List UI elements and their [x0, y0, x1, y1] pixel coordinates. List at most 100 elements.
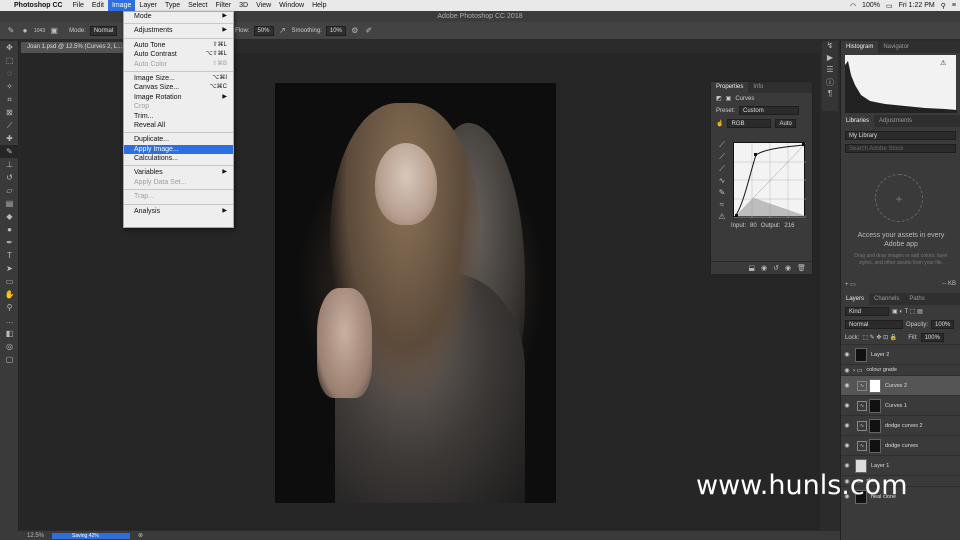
white-point-eyedropper-icon[interactable]: ⟋ — [715, 164, 729, 176]
tab-histogram[interactable]: Histogram — [841, 41, 879, 53]
pressure-icon[interactable]: ✐ — [364, 26, 374, 36]
layer-thumbnail[interactable] — [869, 438, 881, 453]
add-asset-icon[interactable]: + — [875, 174, 923, 222]
layer-thumbnail[interactable] — [869, 378, 881, 393]
menu-3d[interactable]: 3D — [235, 0, 252, 11]
flow-input[interactable]: 50% — [253, 25, 274, 36]
preset-select[interactable]: Custom — [739, 106, 800, 115]
battery-label[interactable]: 100% — [862, 2, 880, 9]
blur-tool-icon[interactable]: ◆ — [0, 210, 19, 223]
layer-row[interactable]: ◉ ∿ Curves 1 — [841, 395, 960, 415]
view-previous-icon[interactable]: ◉ — [761, 264, 767, 272]
info-icon[interactable]: ⓘ — [822, 77, 838, 89]
menu-select[interactable]: Select — [184, 0, 211, 11]
type-tool-icon[interactable]: T — [0, 249, 19, 262]
layer-row[interactable]: ◉ ∿ dodge curves — [841, 435, 960, 455]
stamp-tool-icon[interactable]: ⊥ — [0, 158, 19, 171]
channel-select[interactable]: RGB — [727, 119, 772, 128]
color-swatches-icon[interactable]: ◧ — [0, 327, 19, 340]
smooth-curve-icon[interactable]: ≈ — [715, 200, 729, 212]
wifi-icon[interactable]: ◠ — [850, 2, 856, 10]
spotlight-icon[interactable]: ⚲ — [941, 2, 946, 10]
tab-paths[interactable]: Paths — [904, 293, 929, 305]
frame-tool-icon[interactable]: ⊠ — [0, 106, 19, 119]
menu-item-canvas-size[interactable]: Canvas Size... ⌥⌘C — [124, 83, 233, 92]
menu-item-auto-contrast[interactable]: Auto Contrast ⌥⇧⌘L — [124, 50, 233, 59]
menu-layer[interactable]: Layer — [135, 0, 161, 11]
tab-libraries[interactable]: Libraries — [841, 115, 875, 127]
actions-icon[interactable]: ▶ — [822, 53, 838, 65]
menu-item-apply-image[interactable]: Apply Image... — [124, 144, 233, 155]
menu-item-mode[interactable]: Mode ▶ — [124, 12, 233, 21]
gear-icon[interactable]: ⚙ — [350, 26, 360, 36]
history-brush-tool-icon[interactable]: ↺ — [0, 171, 19, 184]
properties-icon[interactable]: ☰ — [822, 65, 838, 77]
layer-row[interactable]: ◉ › ▭ colour grade — [841, 364, 960, 375]
lasso-tool-icon[interactable]: ◌ — [0, 67, 19, 80]
zoom-level[interactable]: 12.5% — [27, 533, 44, 539]
menu-item-calculations[interactable]: Calculations... — [124, 154, 233, 163]
menu-filter[interactable]: Filter — [212, 0, 236, 11]
mode-select[interactable]: Normal — [89, 25, 118, 36]
clock[interactable]: Fri 1:22 PM — [899, 2, 935, 9]
layer-row[interactable]: ◉ Layer 2 — [841, 344, 960, 364]
app-name[interactable]: Photoshop CC — [14, 2, 63, 9]
menu-help[interactable]: Help — [308, 0, 330, 11]
eraser-tool-icon[interactable]: ▱ — [0, 184, 19, 197]
brush-tool-icon[interactable]: ✎ — [0, 145, 19, 158]
menu-item-reveal-all[interactable]: Reveal All — [124, 121, 233, 130]
eye-icon[interactable]: ◉ — [841, 382, 853, 389]
zoom-tool-icon[interactable]: ⚲ — [0, 301, 19, 314]
tab-properties[interactable]: Properties — [711, 82, 749, 93]
screen-mode-icon[interactable]: ▢ — [0, 353, 19, 366]
brush-preset-icon[interactable]: ● — [20, 26, 30, 36]
curve-edit-icon[interactable]: ∿ — [715, 176, 729, 188]
more-tools-icon[interactable]: … — [0, 314, 19, 327]
quick-select-tool-icon[interactable]: ✧ — [0, 80, 19, 93]
library-select[interactable]: My Library — [845, 131, 956, 140]
menu-file[interactable]: File — [69, 0, 88, 11]
marquee-tool-icon[interactable]: ⬚ — [0, 54, 19, 67]
brush-settings-icon[interactable]: ▣ — [49, 26, 59, 36]
move-tool-icon[interactable]: ✥ — [0, 41, 19, 54]
eye-icon[interactable]: ◉ — [841, 402, 853, 409]
tab-info[interactable]: Info — [748, 82, 768, 93]
menu-item-auto-tone[interactable]: Auto Tone ⇧⌘L — [124, 41, 233, 50]
visibility-icon[interactable]: ◉ — [785, 264, 791, 272]
output-value[interactable]: 216 — [784, 223, 794, 229]
notifications-icon[interactable]: ≡ — [952, 2, 956, 9]
paragraph-icon[interactable]: ¶ — [822, 89, 838, 101]
tab-layers[interactable]: Layers — [841, 293, 870, 305]
shape-tool-icon[interactable]: ▭ — [0, 275, 19, 288]
eye-icon[interactable]: ◉ — [841, 351, 853, 358]
menu-edit[interactable]: Edit — [88, 0, 108, 11]
brush-size[interactable]: 1043 — [34, 28, 45, 34]
layer-kind-filter[interactable]: Kind — [845, 307, 889, 316]
crop-tool-icon[interactable]: ⌗ — [0, 93, 19, 106]
eye-icon[interactable]: ◉ — [841, 367, 853, 374]
lock-icons[interactable]: ⬚ ✎ ✥ ⊡ 🔒 — [862, 334, 897, 341]
menu-item-trap[interactable]: Trap... — [124, 192, 233, 201]
menu-item-image-size[interactable]: Image Size... ⌥⌘I — [124, 74, 233, 83]
eye-icon[interactable]: ◉ — [841, 442, 853, 449]
pen-tool-icon[interactable]: ✒ — [0, 236, 19, 249]
menu-view[interactable]: View — [252, 0, 275, 11]
filter-icons[interactable]: ▣ ◐ T ⬚ ▤ — [892, 308, 923, 315]
black-point-eyedropper-icon[interactable]: ⟋ — [715, 140, 729, 152]
eye-icon[interactable]: ◉ — [841, 462, 853, 469]
menu-item-crop[interactable]: Crop — [124, 102, 233, 111]
menu-item-trim[interactable]: Trim... — [124, 112, 233, 121]
hand-adjust-icon[interactable]: ☝ — [716, 120, 723, 127]
reset-icon[interactable]: ↺ — [773, 264, 779, 272]
layer-thumbnail[interactable] — [869, 418, 881, 433]
fill-input[interactable]: 100% — [920, 333, 944, 342]
clip-to-layer-icon[interactable]: ⬓ — [748, 264, 755, 272]
menu-window[interactable]: Window — [275, 0, 308, 11]
document-image[interactable] — [275, 83, 556, 503]
cancel-save-icon[interactable]: ⊗ — [138, 532, 143, 539]
input-value[interactable]: 80 — [750, 223, 757, 229]
tab-navigator[interactable]: Navigator — [878, 41, 914, 53]
auto-button[interactable]: Auto — [775, 119, 796, 128]
eyedropper-tool-icon[interactable]: ⟋ — [0, 119, 19, 132]
quick-mask-icon[interactable]: ◎ — [0, 340, 19, 353]
